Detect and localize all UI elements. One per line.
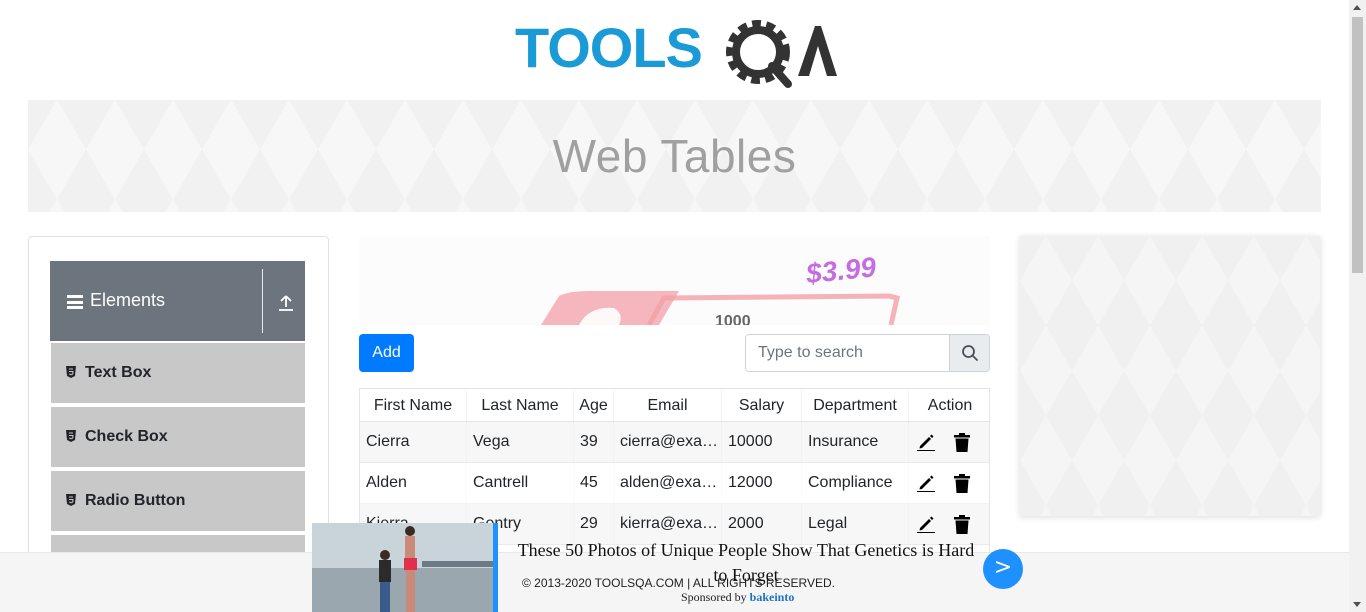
column-header-department[interactable]: Department [802, 389, 909, 422]
cell-action [909, 422, 989, 462]
delete-icon[interactable] [953, 433, 971, 452]
column-header-age[interactable]: Age [574, 389, 614, 422]
cell-email: cierra@example.com [620, 433, 721, 450]
column-header-salary[interactable]: Salary [722, 389, 802, 422]
sidebar-item-text-box[interactable]: Text Box [51, 341, 305, 403]
toolsqa-logo-graphic: TOOLS [515, 16, 837, 88]
ad-count: 1000 [715, 313, 751, 325]
sidebar-item-check-box[interactable]: Check Box [51, 405, 305, 467]
cell-first-name: Alden [366, 474, 407, 491]
column-header-action[interactable]: Action [909, 389, 989, 422]
upload-icon[interactable] [278, 294, 294, 312]
html5-icon [66, 494, 76, 506]
ad-price: $3.99 [804, 251, 878, 289]
page-title: Web Tables [552, 130, 797, 182]
divider [262, 269, 263, 333]
column-header-first-name[interactable]: First Name [360, 389, 467, 422]
search-button[interactable] [949, 335, 989, 371]
cell-email: alden@example.com [620, 474, 721, 491]
ad-sponsor-name[interactable]: bakeinto [750, 590, 795, 604]
sidebar-item-label: Text Box [85, 364, 152, 381]
html5-icon [66, 430, 76, 442]
cell-department: Compliance [808, 474, 893, 491]
add-record-button[interactable]: Add [359, 334, 414, 372]
page-banner: Web Tables [28, 100, 1321, 212]
search-box [745, 334, 990, 372]
ad-next-button[interactable]: > [983, 549, 1023, 589]
scroll-up-icon[interactable] [1353, 5, 1361, 10]
logo-text-tools: TOOLS [515, 16, 702, 79]
cell-age: 45 [580, 474, 598, 491]
search-icon [962, 345, 978, 361]
sidebar: Elements Text Box Check Box Radio Button [28, 236, 329, 576]
sidebar-group-elements[interactable]: Elements [50, 261, 305, 341]
cell-age: 39 [580, 433, 598, 450]
toolsqa-logo[interactable]: TOOLS [515, 16, 837, 90]
ad-banner-image[interactable]: $3.99 1000 [359, 236, 990, 325]
table-header: First Name Last Name Age Email Salary De… [360, 389, 989, 422]
ad-photo-graphic [312, 523, 493, 612]
page-scrollbar[interactable] [1349, 0, 1366, 612]
hamburger-icon [67, 295, 83, 309]
ad-graphic: $3.99 1000 [541, 251, 900, 325]
cell-salary: 10000 [728, 433, 773, 450]
sidebar-item-radio-button[interactable]: Radio Button [51, 469, 305, 531]
sidebar-item-label: Radio Button [85, 492, 186, 509]
edit-icon[interactable] [917, 433, 935, 451]
ad-accent-bar [493, 523, 498, 612]
table-row: Cierra Vega 39 cierra@example.com 10000 … [360, 422, 989, 463]
scrollbar-thumb[interactable] [1352, 17, 1363, 273]
bottom-ad[interactable]: These 50 Photos of Unique People Show Th… [312, 523, 1032, 612]
ad-headline[interactable]: These 50 Photos of Unique People Show Th… [516, 538, 976, 588]
ad-sponsor: Sponsored by bakeinto [681, 590, 794, 605]
sidebar-item-label: Check Box [85, 428, 168, 445]
cell-salary: 12000 [728, 474, 773, 491]
table-row: Alden Cantrell 45 alden@example.com 1200… [360, 463, 989, 504]
page: TOOLS Web Tables Elements Text Box Check… [0, 0, 1366, 612]
sidebar-ad[interactable] [1020, 236, 1320, 516]
logo-a-letter [798, 26, 837, 76]
html5-icon [66, 366, 76, 378]
cell-last-name: Vega [473, 433, 510, 450]
column-header-email[interactable]: Email [614, 389, 722, 422]
gear-icon [726, 20, 792, 88]
ad-sponsor-prefix: Sponsored by [681, 590, 747, 604]
cell-department: Insurance [808, 433, 879, 450]
search-input[interactable] [746, 335, 949, 371]
ad-photo[interactable] [312, 523, 493, 612]
column-header-last-name[interactable]: Last Name [467, 389, 574, 422]
cell-action [909, 463, 989, 503]
edit-icon[interactable] [917, 474, 935, 492]
scroll-down-icon[interactable] [1353, 602, 1361, 607]
sidebar-group-title: Elements [90, 290, 166, 310]
cell-first-name: Cierra [366, 433, 410, 450]
cell-last-name: Cantrell [473, 474, 529, 491]
delete-icon[interactable] [953, 474, 971, 493]
